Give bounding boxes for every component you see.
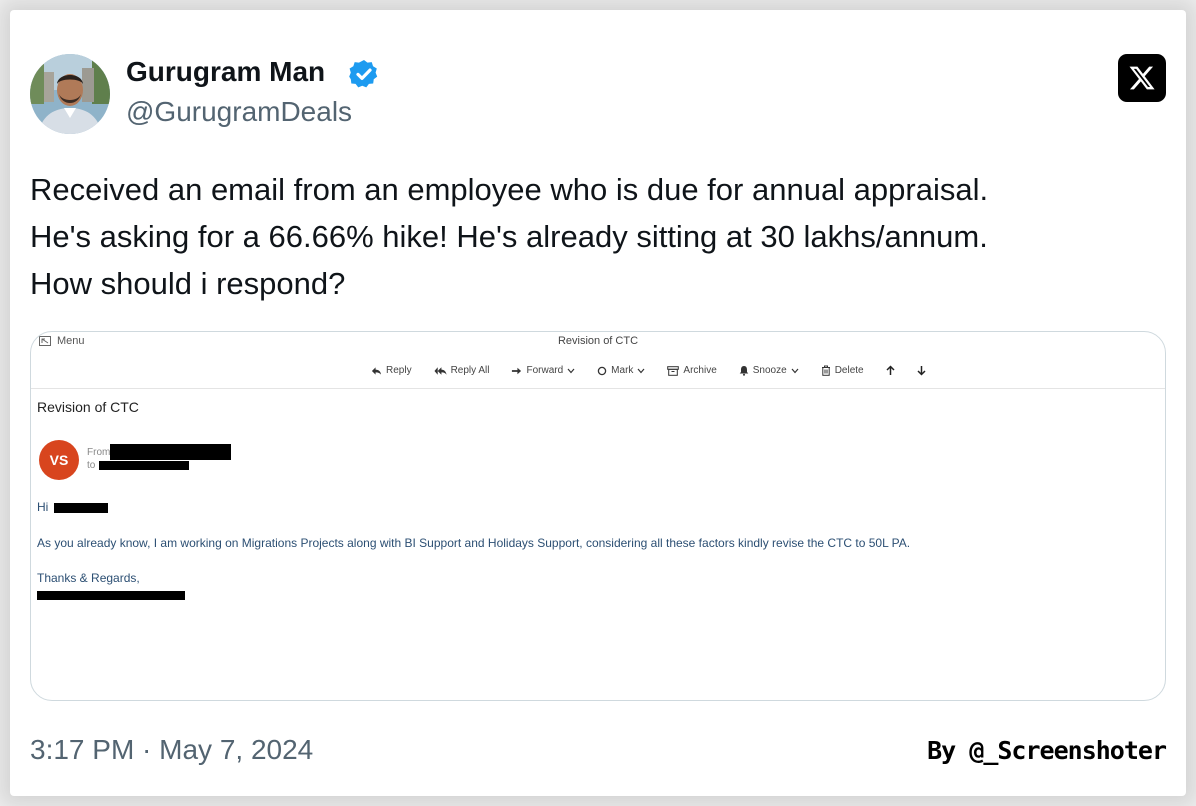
reply-icon [371,366,382,375]
email-toolbar: Reply Reply All Forward Mark Archive Sno… [371,365,948,376]
archive-icon [667,365,680,376]
email-titlebar: Menu Revision of CTC [31,332,1165,354]
email-signature-line [37,589,185,603]
arrow-up-icon [886,365,895,375]
mark-circle-icon [597,366,607,375]
bell-icon [739,366,749,376]
reply-all-button[interactable]: Reply All [434,365,490,376]
to-label: to [87,460,96,471]
snooze-button[interactable]: Snooze [739,365,799,376]
delete-button[interactable]: Delete [821,365,864,376]
email-signoff: Thanks & Regards, [37,571,140,585]
redacted-name [53,502,108,513]
x-logo-glyph [1129,66,1155,90]
forward-label: Forward [526,365,564,376]
from-label: From [87,446,111,458]
mark-button[interactable]: Mark [597,365,645,376]
email-window-title: Revision of CTC [557,335,639,347]
chevron-down-icon [791,368,799,373]
email-subject: Revision of CTC [37,399,139,415]
forward-icon [512,367,522,374]
redacted-signature [37,591,185,600]
sender-avatar: VS [39,440,79,480]
avatar-photo [30,54,110,134]
previous-message-button[interactable] [886,365,895,376]
sender-initials: VS [49,452,69,468]
reply-button[interactable]: Reply [371,365,412,376]
next-message-button[interactable] [917,365,926,376]
tweet-card: Gurugram Man @GurugramDeals Received an … [10,10,1186,796]
delete-label: Delete [834,365,864,376]
reply-label: Reply [386,365,412,376]
snooze-label: Snooze [752,365,787,376]
watermark-credit: By @_Screenshoter [927,736,1167,765]
redacted-sender [110,444,232,460]
tweet-media-email-screenshot[interactable]: Menu Revision of CTC Reply Reply All For… [30,331,1166,701]
chevron-down-icon [567,368,575,373]
archive-button[interactable]: Archive [667,365,717,376]
forward-button[interactable]: Forward [511,365,575,376]
tweet-text-line: He's asking for a 66.66% hike! He's alre… [30,219,988,254]
email-greeting-line: Hi [37,500,108,514]
x-logo-icon[interactable] [1118,54,1166,102]
tweet-text-line: How should i respond? [30,266,346,301]
email-greeting: Hi [37,500,49,514]
tweet-text-line: Received an email from an employee who i… [30,172,989,207]
archive-label: Archive [683,365,717,376]
arrow-down-icon [917,366,926,376]
author-handle[interactable]: @GurugramDeals [126,96,352,128]
mark-label: Mark [611,365,634,376]
to-row: to [87,460,190,471]
tweet-timestamp[interactable]: 3:17 PM · May 7, 2024 [30,734,313,766]
verified-badge-icon [349,60,378,88]
avatar[interactable] [30,54,110,134]
author-name[interactable]: Gurugram Man [126,56,325,88]
reply-all-icon [434,366,447,375]
chevron-down-icon [637,368,645,373]
reply-all-label: Reply All [450,365,490,376]
divider [31,388,1165,389]
tweet-text: Received an email from an employee who i… [30,166,1150,307]
trash-icon [821,365,830,376]
email-body: As you already know, I am working on Mig… [37,536,911,550]
from-row: From [87,444,232,460]
redacted-recipient [99,461,190,470]
